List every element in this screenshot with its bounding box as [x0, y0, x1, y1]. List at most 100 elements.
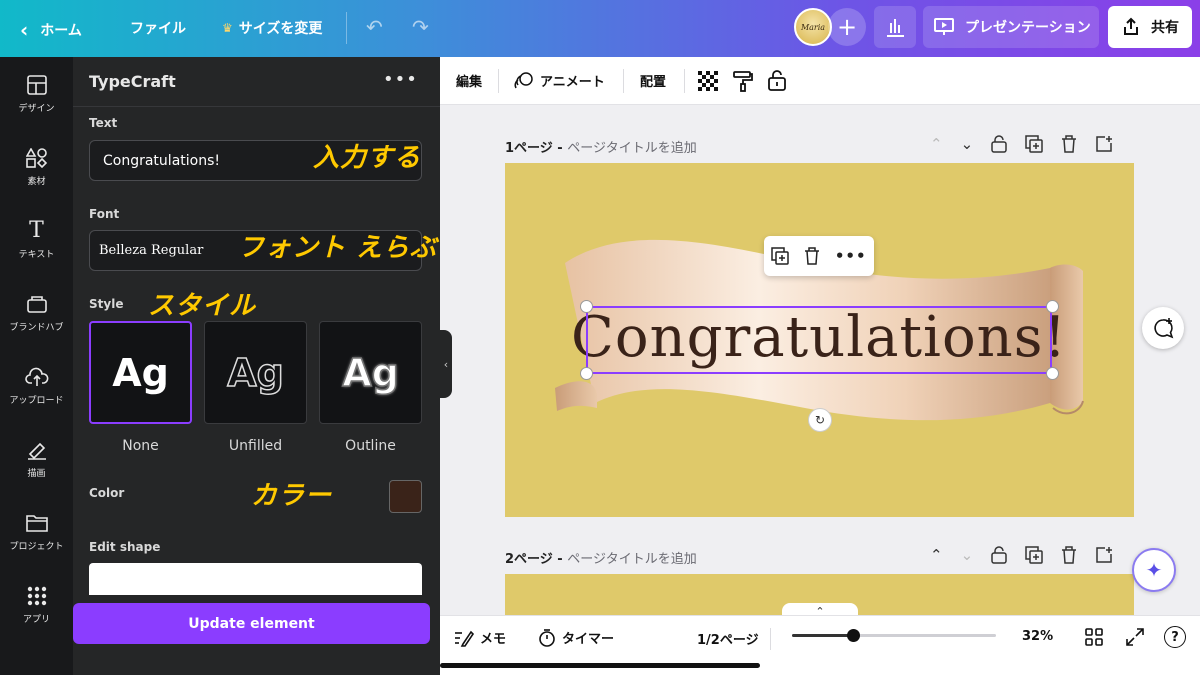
- draw-icon: [27, 442, 46, 460]
- rail-label: ブランドハブ: [9, 323, 64, 333]
- elements-icon: [25, 148, 47, 168]
- trash-icon[interactable]: [1061, 135, 1077, 153]
- chevron-down-icon[interactable]: ⌄: [961, 135, 974, 153]
- redo-icon[interactable]: ↷: [412, 15, 429, 39]
- avatar[interactable]: Maria: [794, 8, 832, 46]
- home-indicator: [440, 663, 760, 668]
- rail-item-projects[interactable]: プロジェクト: [0, 513, 73, 552]
- comment-add-icon: [1154, 318, 1174, 339]
- rail-item-elements[interactable]: 素材: [0, 148, 73, 187]
- resize-handle-bottom-left[interactable]: [580, 367, 593, 380]
- rail-item-text[interactable]: T テキスト: [0, 218, 73, 261]
- color-swatch[interactable]: [389, 480, 422, 513]
- rail-item-design[interactable]: デザイン: [0, 75, 73, 114]
- add-page-icon[interactable]: [1095, 135, 1113, 153]
- notes-button[interactable]: メモ: [454, 628, 506, 647]
- text-label: Text: [89, 116, 118, 130]
- chevron-up-icon[interactable]: ⌃: [930, 135, 943, 153]
- duplicate-page-icon[interactable]: [1025, 135, 1043, 153]
- grid-view-icon[interactable]: [1085, 628, 1103, 646]
- panel-title: TypeCraft: [89, 72, 176, 91]
- trash-icon[interactable]: [1061, 546, 1077, 564]
- rail-label: アップロード: [9, 396, 64, 406]
- style-option-outline[interactable]: Ag: [319, 321, 422, 424]
- rail-label: 素材: [27, 177, 46, 187]
- add-page-icon[interactable]: [1095, 546, 1113, 564]
- share-button[interactable]: 共有: [1108, 6, 1192, 48]
- lock-icon[interactable]: [991, 135, 1007, 153]
- lock-icon[interactable]: [767, 69, 787, 91]
- crown-icon: ♛: [222, 21, 233, 35]
- element-context-menu: •••: [764, 236, 874, 276]
- zoom-level[interactable]: 32%: [1022, 629, 1053, 644]
- rail-item-draw[interactable]: 描画: [0, 440, 73, 479]
- rail-item-apps[interactable]: アプリ: [0, 586, 73, 625]
- zoom-slider[interactable]: [792, 629, 996, 642]
- update-element-button[interactable]: Update element: [73, 603, 430, 644]
- trash-icon[interactable]: [804, 247, 820, 265]
- more-icon[interactable]: •••: [835, 247, 867, 265]
- editor-toolbar: 編集 アニメート 配置: [440, 57, 1200, 105]
- fullscreen-icon[interactable]: [1126, 628, 1144, 646]
- add-comment-button[interactable]: [1142, 307, 1184, 349]
- help-icon[interactable]: ?: [1164, 626, 1186, 648]
- undo-icon[interactable]: ↶: [366, 15, 383, 39]
- resize-handle-bottom-right[interactable]: [1046, 367, 1059, 380]
- edit-shape-preview[interactable]: [89, 563, 422, 595]
- style-label-unfilled: Unfilled: [228, 438, 283, 454]
- timer-button[interactable]: タイマー: [538, 628, 614, 647]
- file-menu-button[interactable]: ファイル: [130, 18, 186, 38]
- resize-handle-top-left[interactable]: [580, 300, 593, 313]
- design-icon: [26, 75, 47, 95]
- font-label: Font: [89, 207, 120, 221]
- annotation-style: スタイル: [148, 291, 257, 321]
- style-option-unfilled[interactable]: Ag: [204, 321, 307, 424]
- collapse-panel-handle[interactable]: ‹: [440, 330, 452, 398]
- magic-assistant-button[interactable]: ✦: [1132, 548, 1176, 592]
- page-title-1[interactable]: 1ページ - ページタイトルを追加: [505, 137, 697, 156]
- chevron-left-icon: ‹: [20, 18, 29, 42]
- style-option-none[interactable]: Ag: [89, 321, 192, 424]
- top-bar: ‹ ホーム ファイル ♛ サイズを変更 ↶ ↷ Maria + プレゼンテーショ…: [0, 0, 1200, 57]
- lock-icon[interactable]: [991, 546, 1007, 564]
- annotation-text: 入力する: [313, 143, 422, 173]
- bar-chart-icon: [887, 19, 904, 37]
- rail-item-upload[interactable]: アップロード: [0, 367, 73, 406]
- rail-item-brand-hub[interactable]: ブランドハブ: [0, 294, 73, 333]
- page-indicator[interactable]: 1/2ページ: [697, 629, 759, 648]
- chevron-up-icon[interactable]: ⌃: [930, 546, 943, 564]
- animate-button[interactable]: アニメート: [514, 71, 605, 91]
- add-collaborator-button[interactable]: +: [828, 8, 866, 46]
- duplicate-icon[interactable]: [771, 247, 790, 265]
- rail-label: テキスト: [18, 250, 55, 260]
- duplicate-page-icon[interactable]: [1025, 546, 1043, 564]
- timer-label: タイマー: [562, 632, 615, 647]
- text-icon: T: [29, 218, 44, 243]
- page-title-2[interactable]: 2ページ - ページタイトルを追加: [505, 548, 697, 567]
- annotation-font: フォント えらぶ: [238, 233, 438, 263]
- home-button[interactable]: ‹ ホーム: [20, 18, 82, 42]
- annotation-color: カラー: [251, 481, 333, 511]
- present-label: プレゼンテーション: [965, 20, 1091, 36]
- typecraft-panel: TypeCraft ••• Text Congratulations! 入力する…: [73, 57, 440, 675]
- analytics-button[interactable]: [874, 6, 916, 48]
- rail-label: アプリ: [22, 615, 50, 625]
- paint-roller-icon[interactable]: [732, 70, 754, 92]
- style-glyph: Ag: [112, 350, 169, 395]
- edit-button[interactable]: 編集: [456, 71, 482, 90]
- resize-handle-top-right[interactable]: [1046, 300, 1059, 313]
- transparency-icon[interactable]: [698, 71, 718, 91]
- selection-box: [586, 306, 1052, 374]
- rotate-handle-icon[interactable]: ↻: [808, 408, 832, 432]
- upload-icon: [24, 367, 48, 386]
- more-options-icon[interactable]: •••: [383, 69, 418, 90]
- timer-icon: [539, 628, 555, 647]
- present-button[interactable]: プレゼンテーション: [923, 6, 1099, 48]
- resize-label: サイズを変更: [238, 21, 323, 37]
- chevron-down-icon[interactable]: ⌄: [961, 546, 974, 564]
- position-button[interactable]: 配置: [640, 71, 666, 90]
- home-label: ホーム: [40, 23, 82, 39]
- animate-icon: [514, 71, 533, 88]
- side-rail: デザイン 素材 T テキスト ブランドハブ アップロード 描画 プロジェクト ア…: [0, 57, 73, 675]
- resize-button[interactable]: ♛ サイズを変更: [222, 18, 322, 38]
